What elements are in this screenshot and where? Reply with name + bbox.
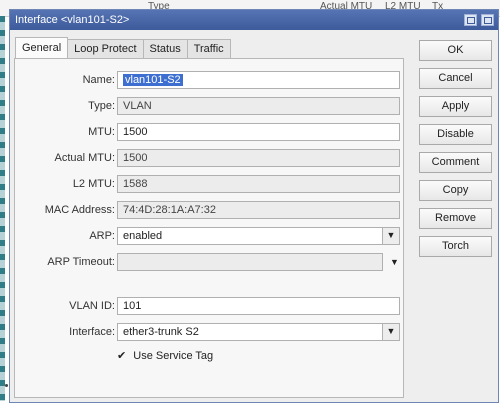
tab-loop-protect[interactable]: Loop Protect	[67, 39, 144, 58]
arp-row: ARP: enabled ▼	[15, 227, 405, 247]
interface-select[interactable]: ether3-trunk S2 ▼	[117, 323, 400, 341]
general-panel: Name: vlan101-S2 Type: VLAN MTU: 1500 Ac…	[14, 58, 404, 398]
remove-button[interactable]: Remove	[419, 208, 492, 229]
mtu-label: MTU:	[88, 126, 115, 138]
vlan-id-input[interactable]: 101	[117, 297, 400, 315]
l2-mtu-row: L2 MTU: 1588	[15, 175, 405, 195]
dropdown-icon[interactable]: ▼	[382, 228, 399, 244]
interface-value: ether3-trunk S2	[123, 326, 199, 338]
arp-label: ARP:	[89, 230, 115, 242]
tab-traffic[interactable]: Traffic	[186, 39, 231, 58]
mac-row: MAC Address: 74:4D:28:1A:A7:32	[15, 201, 405, 221]
arp-timeout-row: ARP Timeout: ▼	[15, 253, 405, 273]
dialog-title: Interface <vlan101-S2>	[15, 14, 130, 26]
type-field: VLAN	[117, 97, 400, 115]
tab-status[interactable]: Status	[142, 39, 188, 58]
cancel-button[interactable]: Cancel	[419, 68, 492, 89]
ok-button[interactable]: OK	[419, 40, 492, 61]
dialog-titlebar[interactable]: Interface <vlan101-S2>	[10, 10, 498, 30]
arp-timeout-field[interactable]	[117, 253, 383, 271]
comment-button[interactable]: Comment	[419, 152, 492, 173]
torch-button[interactable]: Torch	[419, 236, 492, 257]
mac-field: 74:4D:28:1A:A7:32	[117, 201, 400, 219]
name-value: vlan101-S2	[123, 74, 183, 86]
actual-mtu-label: Actual MTU:	[54, 152, 115, 164]
actual-mtu-row: Actual MTU: 1500	[15, 149, 405, 169]
background-window-edge	[0, 16, 5, 401]
close-icon[interactable]	[481, 14, 494, 26]
vlan-id-label: VLAN ID:	[69, 300, 115, 312]
interface-dialog: Interface <vlan101-S2> General Loop Prot…	[9, 9, 499, 403]
interface-row: Interface: ether3-trunk S2 ▼	[15, 323, 405, 343]
name-input[interactable]: vlan101-S2	[117, 71, 400, 89]
mtu-input[interactable]: 1500	[117, 123, 400, 141]
actual-mtu-field: 1500	[117, 149, 400, 167]
background-dot	[5, 384, 8, 387]
name-label: Name:	[82, 74, 115, 86]
tab-general[interactable]: General	[15, 37, 69, 58]
expand-arrow-icon[interactable]: ▼	[390, 257, 399, 267]
type-row: Type: VLAN	[15, 97, 405, 117]
tab-bar: General Loop Protect Status Traffic	[15, 37, 231, 58]
mac-label: MAC Address:	[44, 204, 115, 216]
action-buttons: OK Cancel Apply Disable Comment Copy Rem…	[419, 40, 492, 264]
l2-mtu-label: L2 MTU:	[72, 178, 115, 190]
name-row: Name: vlan101-S2	[15, 71, 405, 91]
dropdown-icon[interactable]: ▼	[382, 324, 399, 340]
vlan-id-row: VLAN ID: 101	[15, 297, 405, 317]
interface-label: Interface:	[69, 326, 115, 338]
l2-mtu-field: 1588	[117, 175, 400, 193]
copy-button[interactable]: Copy	[419, 180, 492, 201]
checkmark-icon: ✔	[117, 350, 127, 362]
use-service-tag-checkbox[interactable]: ✔ Use Service Tag	[117, 349, 213, 362]
apply-button[interactable]: Apply	[419, 96, 492, 117]
type-label: Type:	[88, 100, 115, 112]
restore-icon[interactable]	[464, 14, 477, 26]
arp-value: enabled	[123, 230, 163, 242]
arp-select[interactable]: enabled ▼	[117, 227, 400, 245]
mtu-row: MTU: 1500	[15, 123, 405, 143]
use-service-tag-label: Use Service Tag	[133, 350, 214, 362]
disable-button[interactable]: Disable	[419, 124, 492, 145]
arp-timeout-label: ARP Timeout:	[47, 256, 115, 268]
